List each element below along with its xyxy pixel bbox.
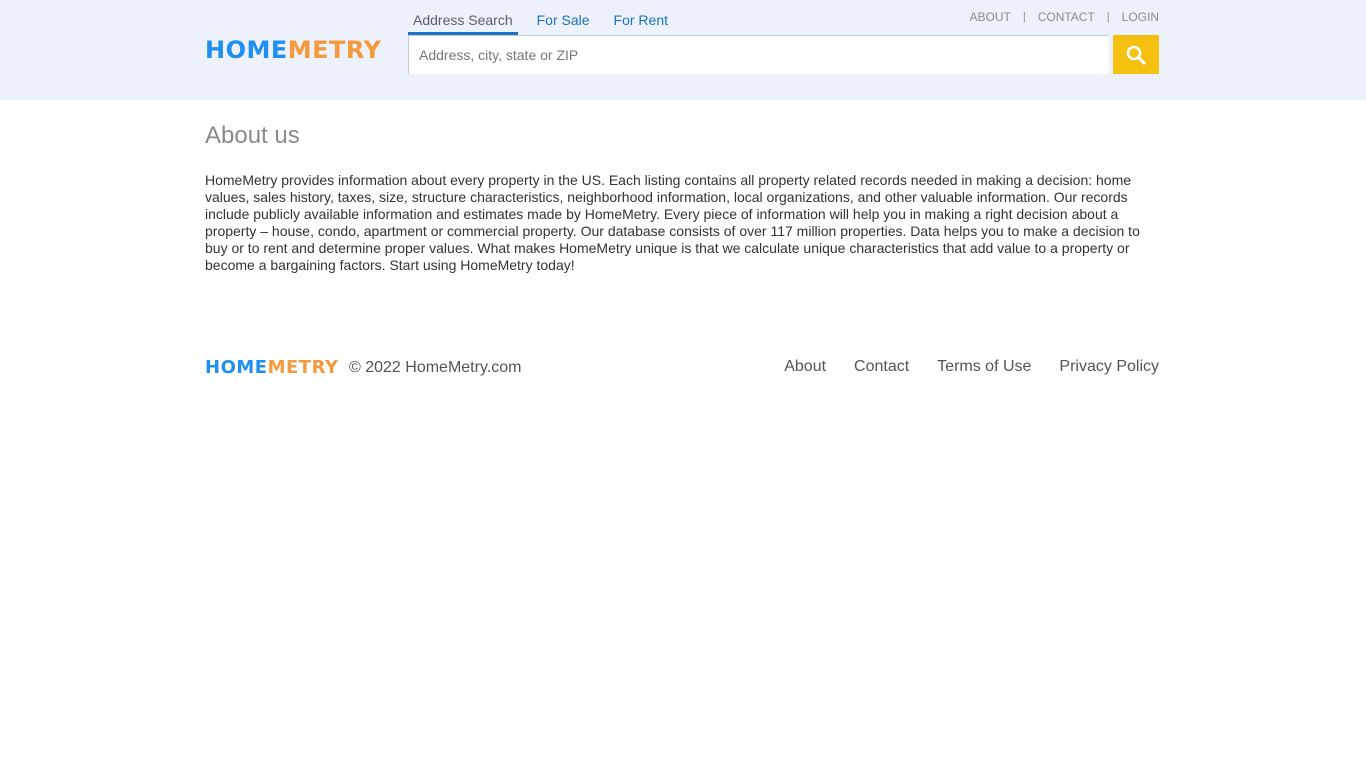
footer-link-about[interactable]: About [784, 358, 826, 376]
search-input[interactable] [409, 36, 1109, 74]
search-icon [1126, 45, 1146, 65]
main-content: About us HomeMetry provides information … [205, 122, 1161, 274]
site-footer: HOMEMETRY © 2022 HomeMetry.com About Con… [205, 355, 1159, 379]
footer-link-privacy[interactable]: Privacy Policy [1059, 358, 1159, 376]
tab-address-search[interactable]: Address Search [408, 10, 518, 35]
page-title: About us [205, 122, 300, 149]
tab-for-rent[interactable]: For Rent [609, 10, 668, 35]
site-header: HOMEMETRY Address Search For Sale For Re… [0, 0, 1366, 100]
separator: | [1106, 11, 1110, 23]
footer-nav: About Contact Terms of Use Privacy Polic… [756, 358, 1159, 376]
logo-home-text: HOME [205, 36, 288, 64]
top-link-contact[interactable]: CONTACT [1038, 10, 1095, 24]
footer-logo[interactable]: HOMEMETRY [205, 357, 338, 378]
top-nav: ABOUT | CONTACT | LOGIN [969, 10, 1159, 24]
site-logo[interactable]: HOMEMETRY [205, 36, 381, 64]
logo-metry-text: METRY [267, 357, 339, 378]
top-link-about[interactable]: ABOUT [969, 10, 1010, 24]
footer-link-contact[interactable]: Contact [854, 358, 909, 376]
search-box [408, 35, 1109, 74]
logo-home-text: HOME [205, 357, 268, 378]
search-button[interactable] [1113, 35, 1159, 74]
logo-metry-text: METRY [287, 36, 382, 64]
tab-for-sale[interactable]: For Sale [532, 10, 590, 35]
about-text: HomeMetry provides information about eve… [205, 172, 1140, 273]
top-link-login[interactable]: LOGIN [1122, 10, 1159, 24]
search-tabs: Address Search For Sale For Rent [408, 10, 668, 35]
copyright: © 2022 HomeMetry.com [349, 359, 522, 376]
footer-link-terms[interactable]: Terms of Use [937, 358, 1031, 376]
separator: | [1022, 11, 1026, 23]
